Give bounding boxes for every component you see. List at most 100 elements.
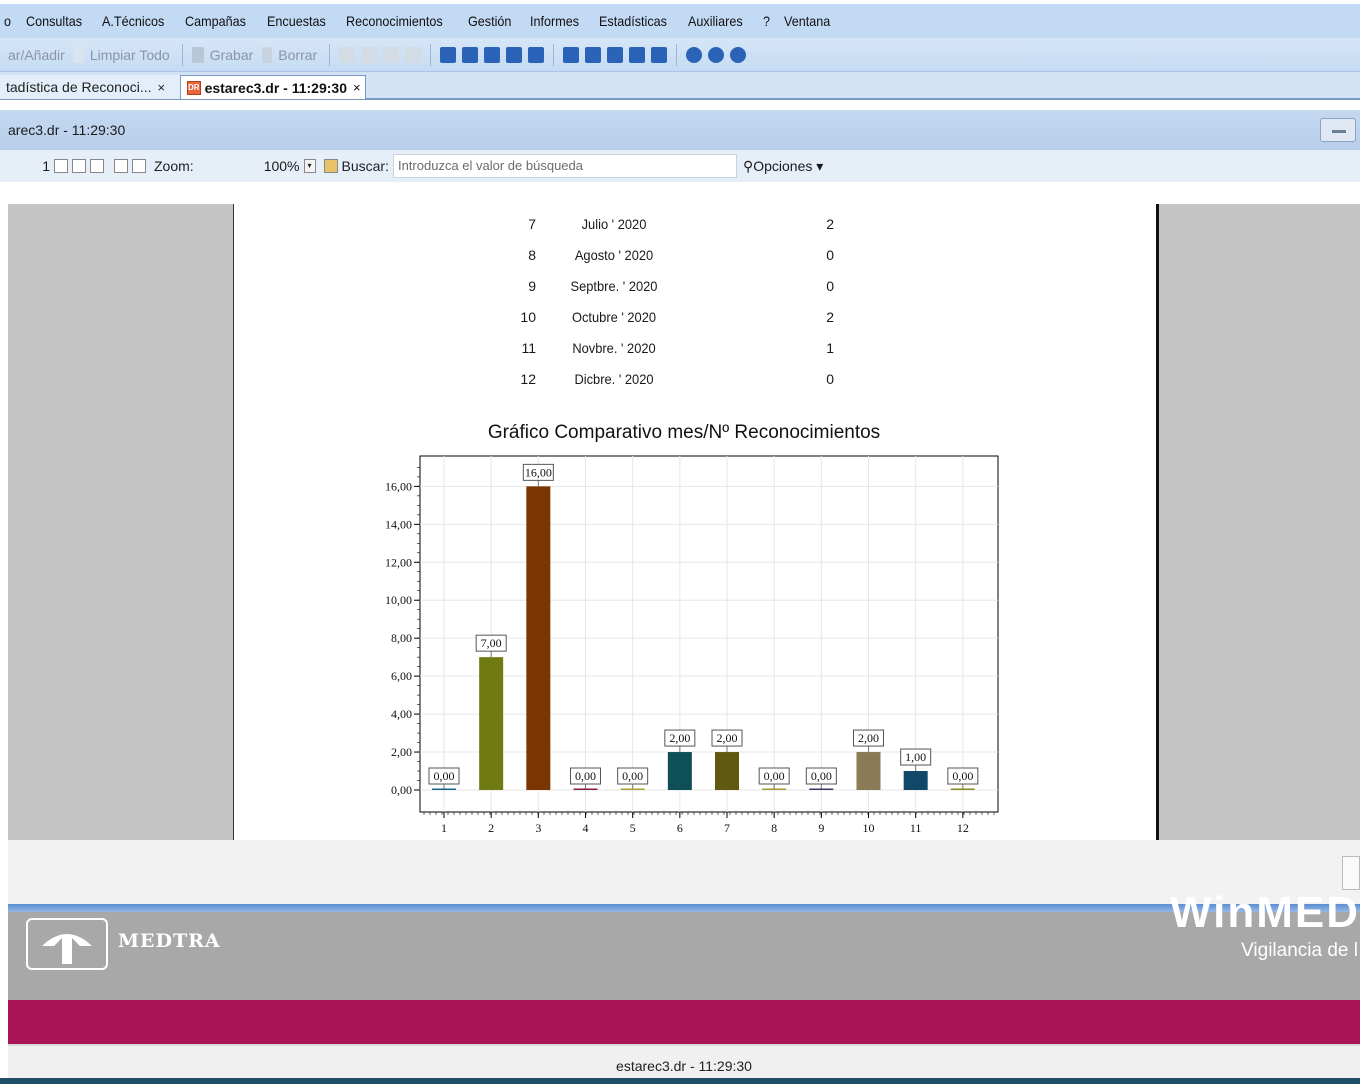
close-icon[interactable]: × [353,80,361,95]
menu-item-11[interactable]: Ventana [784,13,830,29]
report-viewer[interactable]: Gráfico Comparativo mes/Nº Reconocimient… [8,204,1360,840]
cell-count: 0 [826,247,834,263]
table-row: 12 Dicbre. ' 2020 0 [234,371,1134,401]
cell-count: 1 [826,340,834,356]
tag-icon[interactable] [651,46,668,63]
zoom-label: Zoom: [154,158,194,174]
report-page: Gráfico Comparativo mes/Nº Reconocimient… [233,204,1159,840]
font-icon[interactable] [528,46,545,63]
scroll-button[interactable] [1342,856,1360,890]
cell-count: 2 [826,309,834,325]
data-label: 2,00 [858,731,879,745]
document-icon[interactable] [506,46,523,63]
page-spinner-icon[interactable] [54,159,68,173]
search-input[interactable]: Introduzca el valor de búsqueda [392,154,737,178]
menu-item-5[interactable]: Reconocimientos [346,13,443,29]
refresh-icon[interactable] [708,46,725,63]
document-tabs: tadística de Reconoci... × DR estarec3.d… [0,72,1360,100]
data-label: 16,00 [525,465,552,479]
product-tagline: Vigilancia de l [1241,940,1358,961]
options-button[interactable]: ⚲Opciones ▾ [743,158,823,175]
heart-icon[interactable] [629,46,646,63]
x-tick-label: 9 [818,821,824,835]
menu-bar: o Consultas A.Técnicos Campañas Encuestas Rec… [0,4,1360,38]
menu-item-1[interactable]: Consultas [26,13,82,29]
send-icon[interactable] [585,46,602,63]
zoom-dropdown-icon[interactable]: ▾ [303,159,316,173]
data-label: 2,00 [717,731,738,745]
y-tick-label: 16,00 [385,479,412,493]
globe-icon[interactable] [686,46,703,63]
x-tick-label: 12 [957,821,969,835]
cut-icon[interactable] [339,46,356,63]
minimize-button[interactable] [1320,118,1356,142]
tab-report[interactable]: DR estarec3.dr - 11:29:30 × [180,75,366,99]
cell-num: 7 [528,216,536,232]
accent-band [8,1000,1360,1044]
menu-item-4[interactable]: Encuestas [267,13,326,29]
status-bar: estarec3.dr - 11:29:30 [8,1044,1360,1078]
paste-icon[interactable] [383,46,400,63]
taskbar [0,1078,1360,1084]
x-tick-label: 2 [488,821,494,835]
bar [715,752,739,790]
save-button[interactable]: Grabar [189,46,253,63]
menu-item-10[interactable]: ? [763,13,770,29]
menu-item-8[interactable]: Estadísticas [599,13,667,29]
tab-statistics[interactable]: tadística de Reconoci... × [0,75,180,99]
x-tick-label: 7 [724,821,730,835]
viewer-toolbar: 1 Zoom: 100% ▾ Buscar: Introduzca el val… [0,150,1360,182]
clear-all-button[interactable]: Limpiar Todo [71,46,170,63]
calendar-icon[interactable] [484,46,501,63]
bar [526,486,551,790]
clock-icon[interactable] [607,46,624,63]
tab-label: estarec3.dr - 11:29:30 [204,79,347,96]
x-tick-label: 11 [910,821,922,835]
cell-num: 12 [520,371,536,387]
medtra-logo [26,918,108,970]
last-page-icon[interactable] [90,159,104,173]
phone-icon[interactable] [462,46,479,63]
close-doc-icon[interactable] [405,46,422,63]
pin-icon[interactable] [440,46,457,63]
data-label: 0,00 [575,769,596,783]
data-label: 0,00 [434,769,455,783]
info-icon[interactable] [730,46,747,63]
report-footer-area [8,840,1360,904]
menu-item-3[interactable]: Campañas [185,13,246,29]
menu-item-0[interactable]: o [4,13,11,29]
menu-item-6[interactable]: Gestión [468,13,511,29]
bar-chart: 0,002,004,006,008,0010,0012,0014,0016,00… [385,455,999,835]
close-icon[interactable]: × [158,80,166,95]
tab-label: tadística de Reconoci... [6,79,152,95]
menu-item-9[interactable]: Auxiliares [688,13,743,29]
x-tick-label: 1 [441,821,447,835]
export-icon[interactable] [114,159,128,173]
print-icon[interactable] [132,159,146,173]
x-tick-label: 10 [863,821,875,835]
zoom-value[interactable]: 100% [264,158,300,174]
add-button[interactable]: ar/Añadir [8,47,65,63]
bar [903,771,928,790]
toolbar-separator [181,43,183,66]
cell-month: Julio ' 2020 [581,216,647,232]
menu-item-2[interactable]: A.Técnicos [102,13,164,29]
delete-icon [262,46,273,63]
bar [950,788,975,790]
y-tick-label: 0,00 [391,783,412,797]
copy-icon[interactable] [361,46,378,63]
settings-icon[interactable] [563,46,580,63]
toolbar-separator [329,43,331,66]
next-page-icon[interactable] [72,159,86,173]
delete-button[interactable]: Borrar [259,46,317,63]
y-tick-label: 12,00 [385,555,412,569]
x-tick-label: 3 [535,821,541,835]
menu-item-7[interactable]: Informes [530,13,579,29]
cell-count: 0 [826,278,834,294]
find-icon[interactable] [323,159,338,173]
table-row: 8 Agosto ' 2020 0 [234,247,1134,277]
table-row: 11 Novbre. ' 2020 1 [234,340,1134,370]
page-number-field[interactable]: 1 [30,158,50,174]
data-label: 0,00 [952,769,973,783]
bar [432,788,456,790]
